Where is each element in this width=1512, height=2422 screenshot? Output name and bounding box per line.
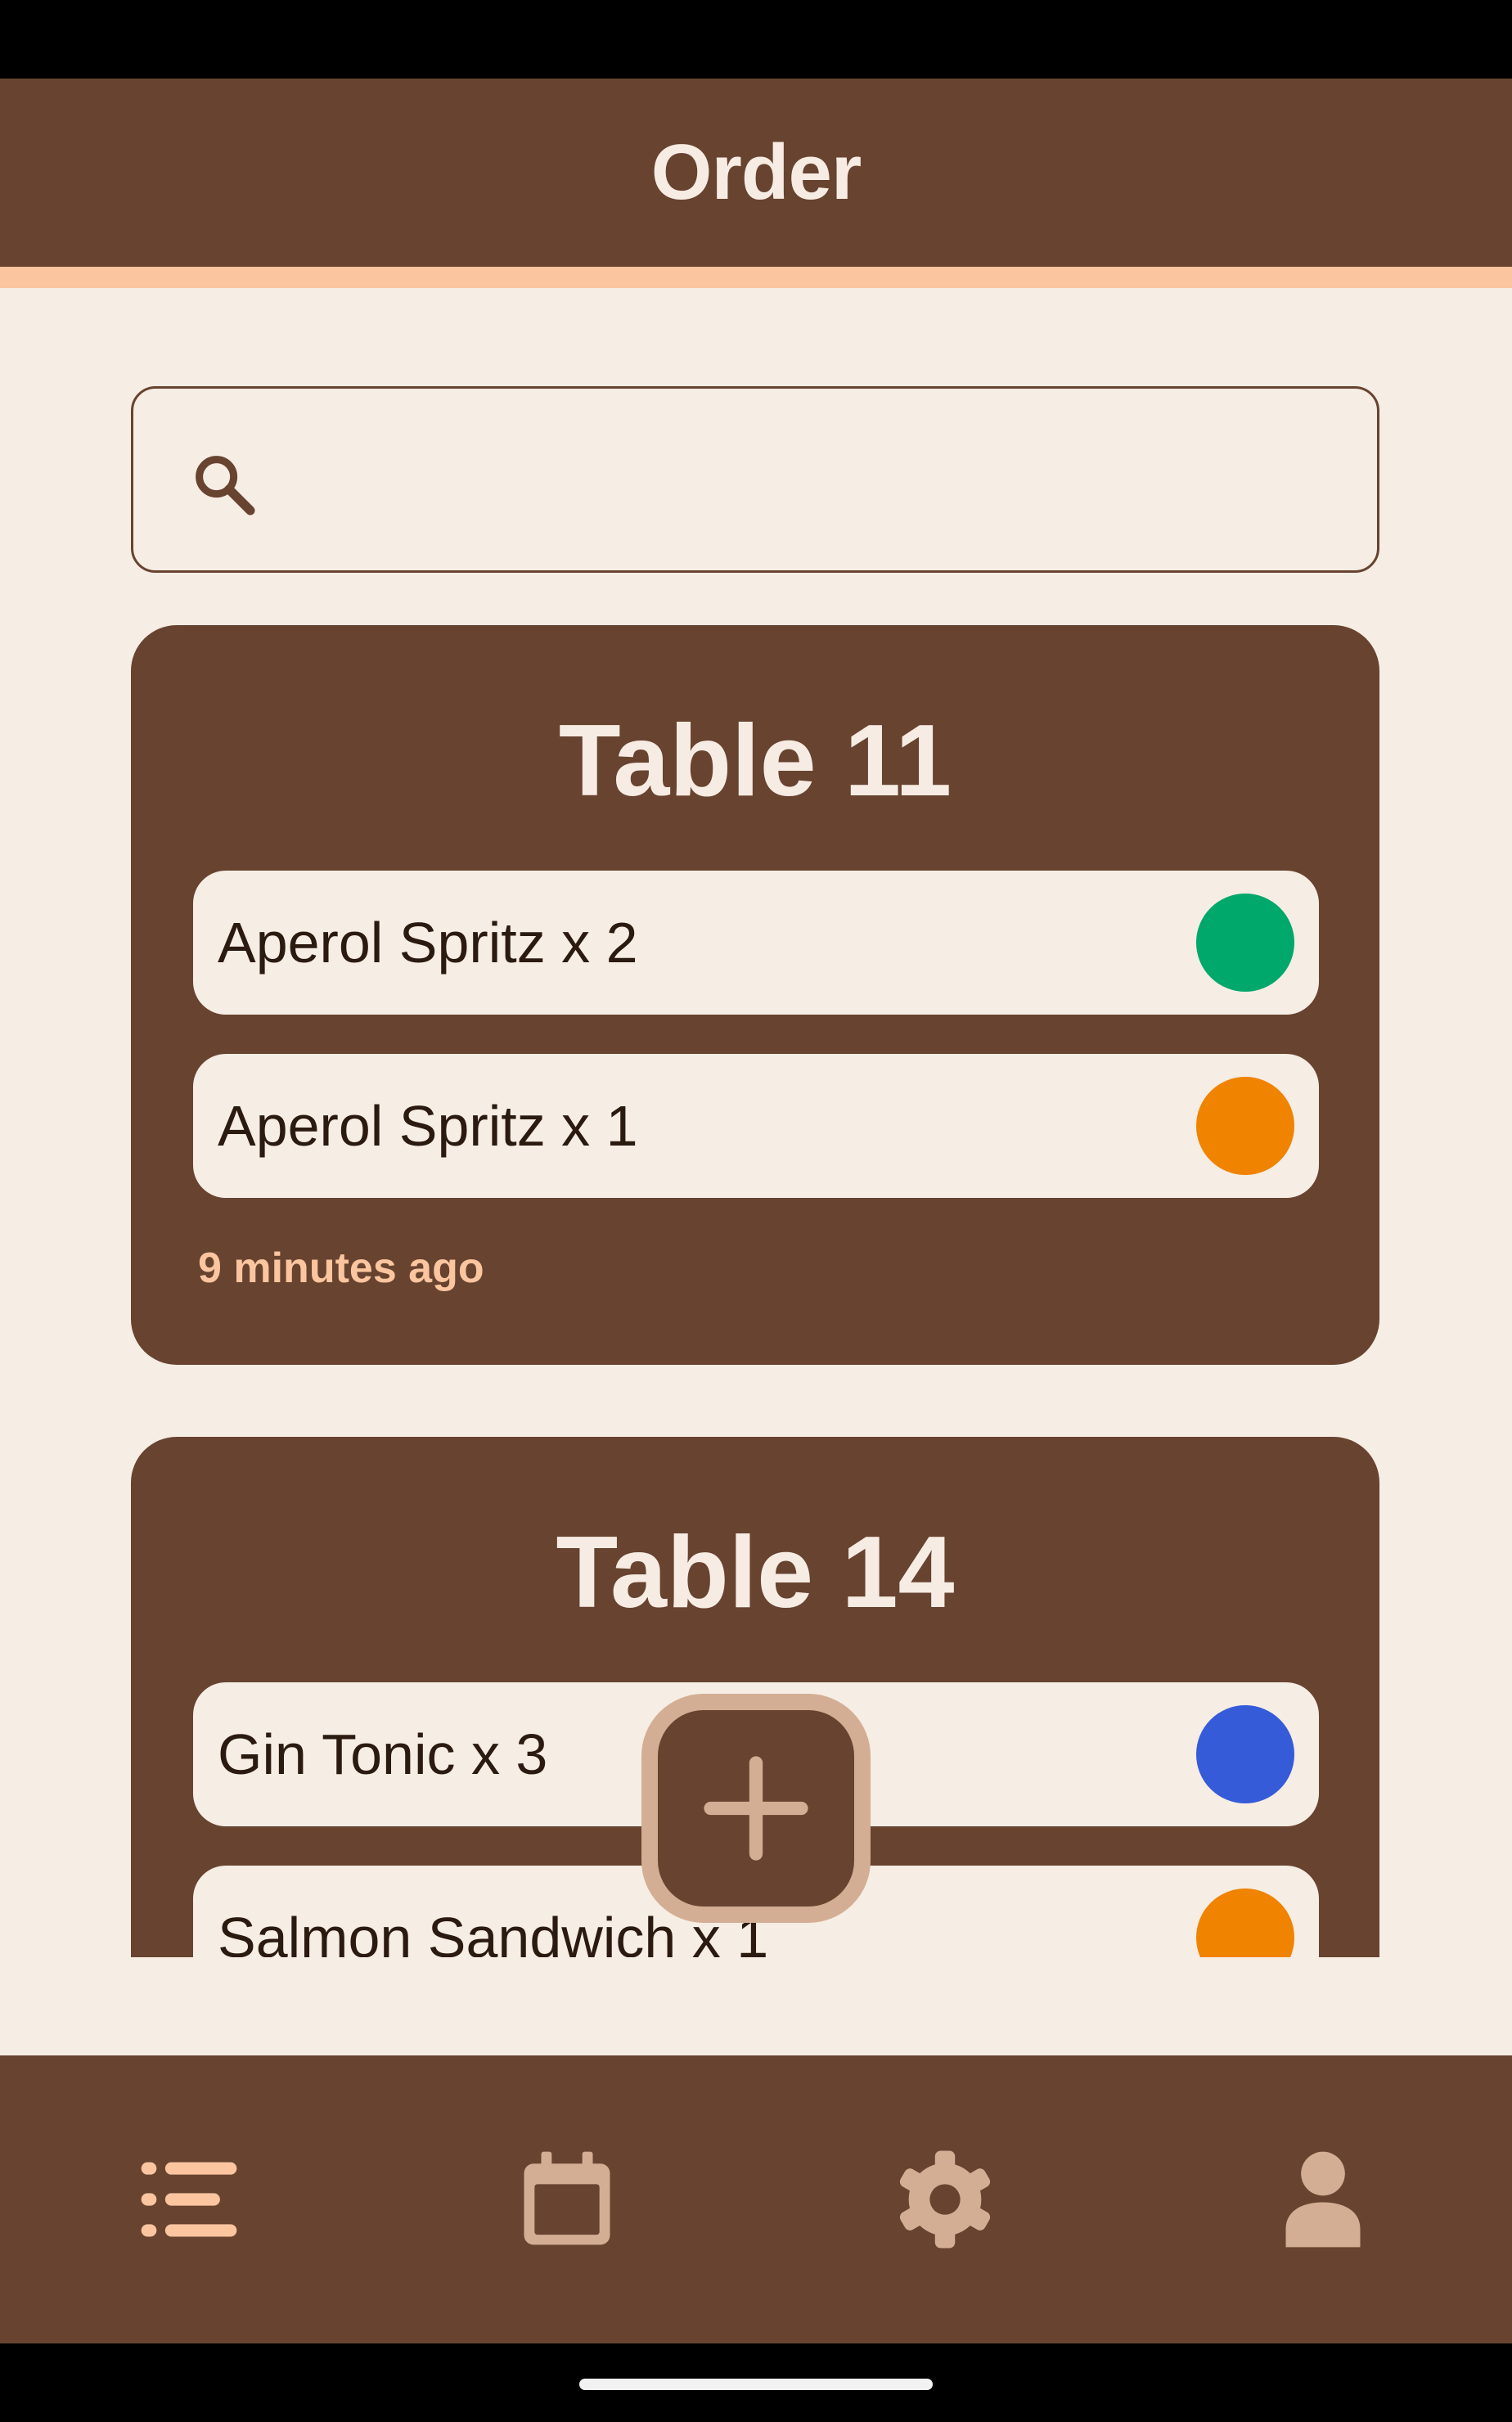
table-title: Table 14 bbox=[556, 1516, 955, 1629]
order-item-label: Aperol Spritz x 1 bbox=[218, 1094, 638, 1158]
status-indicator[interactable] bbox=[1196, 1705, 1294, 1803]
app-bar-accent-line bbox=[0, 267, 1512, 288]
search-input[interactable] bbox=[289, 413, 1348, 549]
system-status-bar bbox=[0, 0, 1512, 79]
nav-item-settings[interactable] bbox=[756, 2055, 1134, 2343]
list-icon bbox=[141, 2162, 237, 2237]
person-icon bbox=[1285, 2151, 1361, 2248]
nav-item-profile[interactable] bbox=[1134, 2055, 1512, 2343]
order-item-label: Aperol Spritz x 2 bbox=[218, 911, 638, 975]
order-item[interactable]: Aperol Spritz x 2 bbox=[193, 871, 1319, 1015]
order-card[interactable]: Table 11 Aperol Spritz x 2 Aperol Spritz… bbox=[131, 625, 1379, 1365]
bottom-navigation bbox=[0, 2055, 1512, 2343]
gear-icon bbox=[899, 2150, 991, 2249]
status-indicator[interactable] bbox=[1196, 1889, 1294, 1957]
table-title: Table 11 bbox=[558, 705, 952, 817]
page-title: Order bbox=[650, 128, 862, 216]
nav-item-calendar[interactable] bbox=[378, 2055, 756, 2343]
home-gesture-handle[interactable] bbox=[579, 2379, 933, 2390]
nav-item-orders[interactable] bbox=[0, 2055, 378, 2343]
status-indicator[interactable] bbox=[1196, 1077, 1294, 1175]
system-navigation-bar bbox=[0, 2343, 1512, 2422]
order-time: 9 minutes ago bbox=[198, 1245, 484, 1292]
search-icon bbox=[196, 456, 255, 515]
add-order-button[interactable] bbox=[641, 1694, 871, 1923]
order-item[interactable]: Aperol Spritz x 1 bbox=[193, 1054, 1319, 1198]
status-indicator[interactable] bbox=[1196, 894, 1294, 992]
plus-icon bbox=[704, 1756, 808, 1861]
search-field[interactable] bbox=[131, 386, 1379, 573]
order-item-label: Gin Tonic x 3 bbox=[218, 1722, 548, 1786]
calendar-icon bbox=[524, 2151, 610, 2245]
app-bar: Order bbox=[0, 79, 1512, 267]
